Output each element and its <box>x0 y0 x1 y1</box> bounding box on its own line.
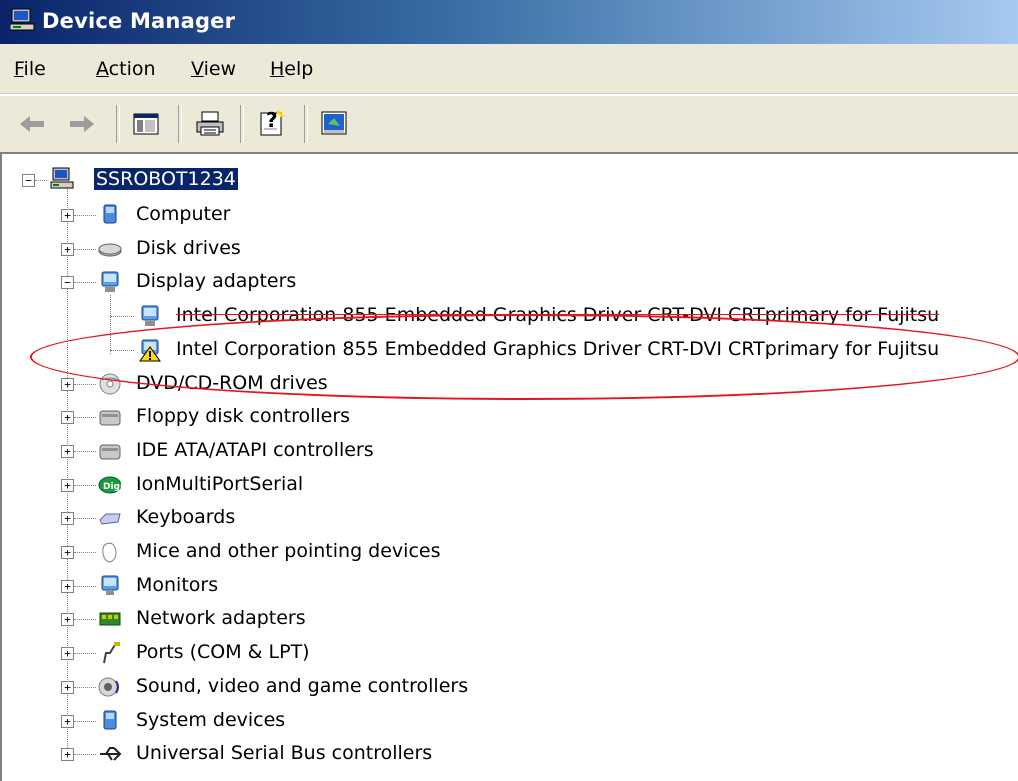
expand-toggle[interactable]: + <box>61 680 74 694</box>
root-collapse-toggle[interactable]: − <box>22 174 35 187</box>
display-adapter-icon <box>141 305 159 327</box>
tree-category-label[interactable]: Universal Serial Bus controllers <box>136 742 432 764</box>
svg-text:?: ? <box>266 109 278 132</box>
tree-connector <box>74 585 96 587</box>
computer-root-icon <box>50 167 74 189</box>
disk-drive-icon <box>98 243 122 257</box>
svg-text:Digi: Digi <box>103 482 122 492</box>
tree-category-label[interactable]: System devices <box>136 709 285 731</box>
usb-icon <box>100 747 122 761</box>
tree-category-label[interactable]: Sound, video and game controllers <box>136 675 468 697</box>
tree-connector <box>74 552 96 553</box>
monitor-icon <box>101 575 119 595</box>
tree-connector <box>35 180 47 181</box>
keyboard-icon <box>99 513 121 525</box>
tree-category-label[interactable]: Monitors <box>136 574 218 596</box>
expand-toggle[interactable]: + <box>61 546 74 559</box>
tree-connector <box>74 754 96 756</box>
back-arrow-icon <box>20 116 44 132</box>
expand-toggle[interactable]: + <box>61 714 74 728</box>
expand-toggle[interactable]: + <box>61 444 74 458</box>
tree-connector <box>74 417 96 419</box>
tree-category-label[interactable]: Keyboards <box>136 506 235 528</box>
menu-help[interactable]: Help <box>270 58 313 80</box>
tree-connector <box>74 720 96 722</box>
forward-button[interactable] <box>64 106 100 142</box>
tree-connector <box>74 383 96 385</box>
system-device-icon <box>103 710 117 729</box>
print-button[interactable] <box>192 106 228 142</box>
show-hide-console-tree-icon <box>133 113 159 135</box>
port-icon <box>103 642 120 664</box>
title-bar: Device Manager <box>0 0 1018 44</box>
tree-category-label[interactable]: Floppy disk controllers <box>136 405 350 427</box>
back-button[interactable] <box>14 106 50 142</box>
window-title: Device Manager <box>42 9 236 33</box>
tree-category-label[interactable]: IDE ATA/ATAPI controllers <box>136 439 374 461</box>
expand-toggle[interactable]: + <box>61 377 74 391</box>
tree-category-label[interactable]: Display adapters <box>136 270 296 292</box>
tree-connector <box>74 619 96 621</box>
expand-toggle[interactable]: + <box>61 613 74 627</box>
device-tree[interactable]: − SSROBOT1234 + Computer + Disk drives − Disp… <box>0 152 1018 781</box>
tree-category-label[interactable]: Mice and other pointing devices <box>136 540 440 562</box>
menu-action[interactable]: Action <box>96 58 156 80</box>
expand-toggle[interactable]: + <box>61 647 74 661</box>
help-button[interactable]: ? <box>254 106 290 142</box>
print-icon <box>196 111 224 136</box>
digi-multiport-icon: Digi <box>98 476 122 494</box>
computer-icon <box>103 204 117 224</box>
help-icon: ? <box>260 109 285 136</box>
collapse-toggle[interactable]: − <box>61 276 74 290</box>
tree-connector <box>74 686 96 688</box>
forward-arrow-icon <box>70 116 94 132</box>
toolbar-separator <box>116 105 120 143</box>
properties-button[interactable] <box>316 106 352 142</box>
tree-connector <box>110 316 134 318</box>
menu-bar: File Action View Help <box>0 44 1018 94</box>
expand-toggle[interactable]: + <box>61 242 74 256</box>
toolbar-separator <box>178 105 182 143</box>
expand-toggle[interactable]: + <box>61 579 74 593</box>
tree-connector <box>74 215 96 216</box>
expand-toggle[interactable]: + <box>61 411 74 425</box>
tree-category-label[interactable]: Computer <box>136 203 230 225</box>
annotation-circle <box>30 314 1018 400</box>
mouse-icon <box>102 542 117 563</box>
tree-connector <box>74 484 96 486</box>
tree-category-label[interactable]: Disk drives <box>136 237 241 259</box>
display-adapter-icon <box>101 271 119 293</box>
device-manager-app-icon <box>10 8 35 31</box>
expand-toggle[interactable]: + <box>61 748 74 762</box>
toolbar: ? <box>0 94 1018 154</box>
show-hide-console-tree-button[interactable] <box>128 106 164 142</box>
expand-toggle[interactable]: + <box>61 209 74 222</box>
network-adapter-icon <box>99 612 121 626</box>
tree-root-computer-name[interactable]: SSROBOT1234 <box>94 168 238 190</box>
expand-toggle[interactable]: + <box>61 512 74 526</box>
toolbar-separator <box>304 105 308 143</box>
toolbar-separator <box>240 105 244 143</box>
expand-toggle[interactable]: + <box>61 478 74 492</box>
sound-icon <box>98 677 119 697</box>
floppy-controller-icon <box>99 410 121 426</box>
tree-connector <box>67 188 68 758</box>
tree-connector <box>74 653 96 655</box>
tree-connector <box>74 282 96 284</box>
tree-category-label[interactable]: IonMultiPortSerial <box>136 473 303 495</box>
menu-view[interactable]: View <box>191 58 236 80</box>
tree-connector <box>74 450 96 452</box>
tree-connector <box>74 248 96 250</box>
menu-file[interactable]: File <box>14 58 46 80</box>
ide-controller-icon <box>99 444 121 460</box>
tree-category-label[interactable]: Network adapters <box>136 607 306 629</box>
properties-icon <box>321 111 347 135</box>
tree-connector <box>74 518 96 520</box>
tree-category-label[interactable]: Ports (COM & LPT) <box>136 641 310 663</box>
